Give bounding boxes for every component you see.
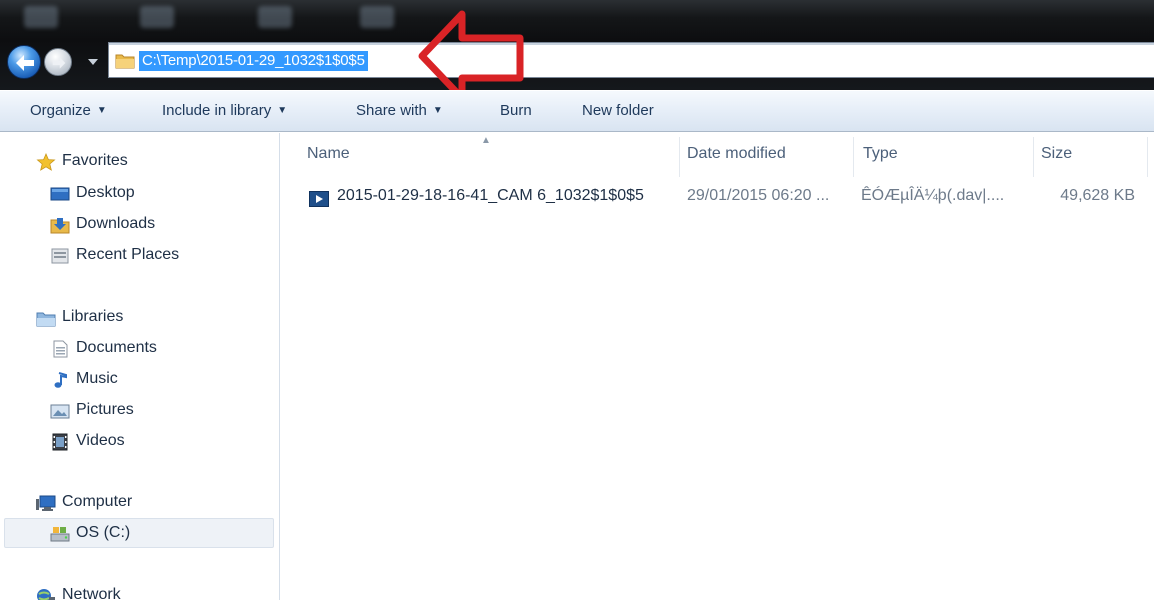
chevron-down-icon: ▼ <box>96 105 107 116</box>
column-separator[interactable] <box>679 137 680 177</box>
window-title-area: C:\Temp\2015-01-29_1032$1$0$5 <box>0 0 1154 90</box>
documents-icon <box>53 340 68 358</box>
organize-label: Organize <box>30 102 91 119</box>
nav-label: Favorites <box>62 152 128 169</box>
forward-button[interactable] <box>44 48 72 76</box>
music-note-icon <box>54 372 67 388</box>
hard-drive-icon <box>50 527 70 542</box>
new-folder-label: New folder <box>582 102 654 119</box>
computer-icon <box>36 495 56 511</box>
file-name: 2015-01-29-18-16-41_CAM 6_1032$1$0$5 <box>337 187 644 204</box>
chevron-down-icon: ▼ <box>277 105 288 116</box>
star-icon <box>36 153 56 171</box>
column-separator[interactable] <box>853 137 854 177</box>
burn-button[interactable]: Burn <box>500 102 532 119</box>
pictures-icon <box>50 404 70 419</box>
blurred-taskbar-icon <box>258 6 292 28</box>
nav-label: Music <box>76 370 118 387</box>
nav-label: Documents <box>76 339 157 356</box>
column-header-size[interactable]: Size <box>1041 145 1072 163</box>
file-date-modified: 29/01/2015 06:20 ... <box>687 187 830 204</box>
address-bar-highlight <box>109 43 1154 45</box>
column-separator[interactable] <box>1033 137 1034 177</box>
nav-label: Libraries <box>62 308 124 325</box>
desktop-icon <box>50 187 70 201</box>
navigation-pane: Favorites Desktop Downloads Recent Place… <box>0 133 280 600</box>
include-in-library-label: Include in library <box>162 102 272 119</box>
nav-label: Downloads <box>76 215 156 232</box>
column-separator[interactable] <box>1147 137 1148 177</box>
share-with-label: Share with <box>356 102 427 119</box>
video-file-icon <box>309 191 329 207</box>
forward-arrow-icon <box>52 57 66 69</box>
nav-label: Computer <box>62 493 133 510</box>
sort-ascending-icon: ▲ <box>481 135 491 146</box>
folder-icon <box>115 54 135 69</box>
network-icon <box>37 589 55 600</box>
column-header-date-modified[interactable]: Date modified <box>687 145 786 163</box>
chevron-down-icon: ▼ <box>432 105 443 116</box>
include-in-library-button[interactable]: Include in library ▼ <box>162 102 287 119</box>
downloads-folder-icon <box>50 218 70 234</box>
file-list: ▲ Name Date modified Type Size 2015-01-2… <box>281 133 1154 600</box>
blurred-taskbar-icon <box>24 6 58 28</box>
burn-label: Burn <box>500 102 532 119</box>
column-header-type[interactable]: Type <box>863 145 898 163</box>
command-bar: Organize ▼ Include in library ▼ Share with… <box>0 90 1154 132</box>
file-row[interactable]: 2015-01-29-18-16-41_CAM 6_1032$1$0$5 29/… <box>281 181 1154 213</box>
nav-label: OS (C:) <box>76 524 131 541</box>
organize-button[interactable]: Organize ▼ <box>30 102 107 119</box>
back-button[interactable] <box>7 45 41 79</box>
blurred-taskbar-icon <box>360 6 394 28</box>
file-size: 49,628 KB <box>1060 187 1135 204</box>
share-with-button[interactable]: Share with ▼ <box>356 102 443 119</box>
nav-selection-highlight <box>4 518 274 548</box>
address-path-text[interactable]: C:\Temp\2015-01-29_1032$1$0$5 <box>139 51 368 71</box>
nav-label: Pictures <box>76 401 134 418</box>
recent-pages-dropdown-icon[interactable] <box>86 56 100 68</box>
red-arrow-annotation-icon <box>418 10 524 102</box>
videos-icon <box>52 433 68 451</box>
column-header-name[interactable]: Name <box>307 145 350 163</box>
nav-label: Videos <box>76 432 125 449</box>
libraries-icon <box>36 312 56 327</box>
back-arrow-icon <box>16 55 34 71</box>
nav-label: Network <box>62 586 121 600</box>
recent-places-icon <box>51 248 69 264</box>
new-folder-button[interactable]: New folder <box>582 102 654 119</box>
blurred-taskbar-icon <box>140 6 174 28</box>
address-bar[interactable]: C:\Temp\2015-01-29_1032$1$0$5 <box>108 42 1154 78</box>
file-type: ÊÓÆµÎÄ¼þ(.dav|.... <box>861 187 1005 204</box>
nav-label: Recent Places <box>76 246 180 263</box>
nav-label: Desktop <box>76 184 135 201</box>
